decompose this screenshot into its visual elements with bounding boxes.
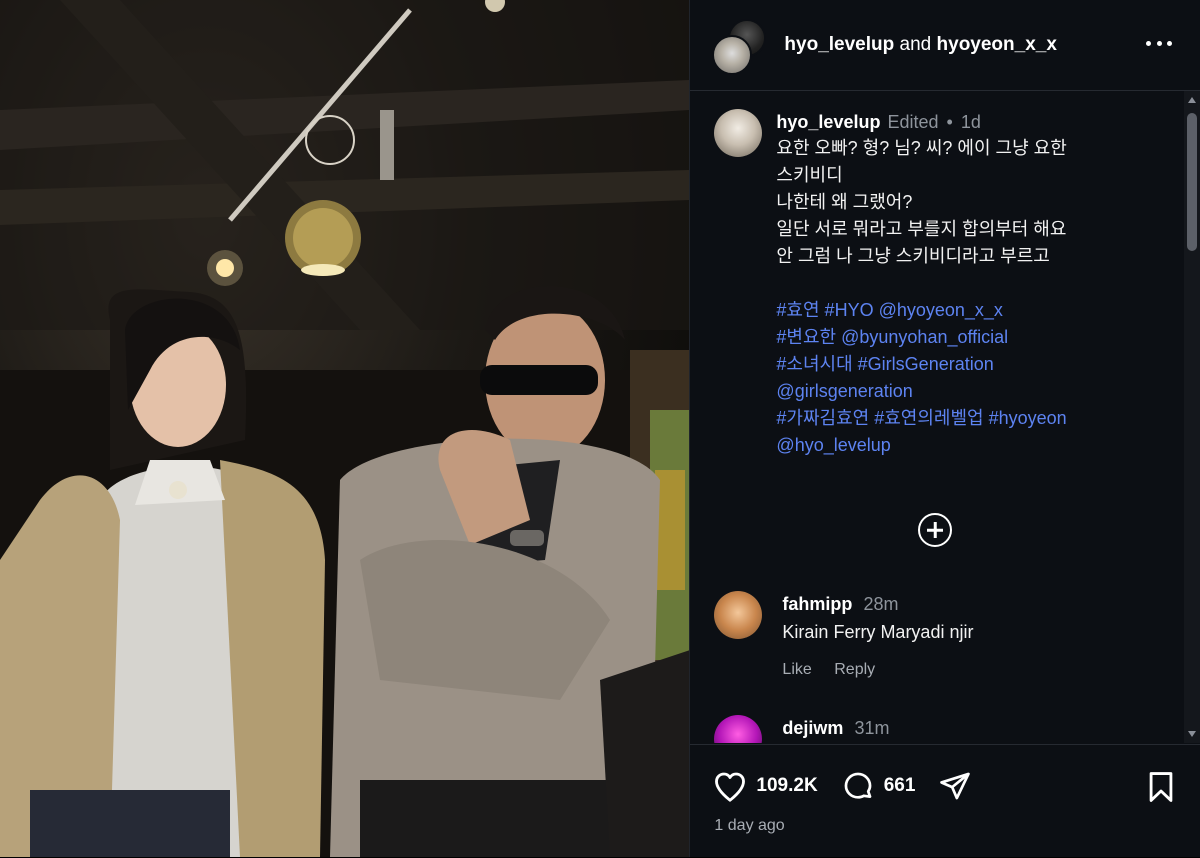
comment-body: dejiwm 31m [782,715,889,743]
post-sidebar: hyo_levelup and hyoyeon_x_x hyo_levelup … [689,0,1200,857]
more-options-button[interactable] [1146,32,1173,54]
post-footer: 109.2K 661 1 day ago [690,744,1200,858]
comment-text: Kirain Ferry Maryadi njir [782,622,974,642]
comment-item: fahmipp 28m Kirain Ferry Maryadi njir Li… [714,591,1174,679]
separator-dot: • [946,112,953,132]
caption-line: 일단 서로 뭐라고 부를지 합의부터 해요 [776,219,1067,239]
scrollbar-thumb[interactable] [1187,113,1197,251]
load-more-comments-button[interactable] [918,513,953,547]
scroll-up-arrow-icon[interactable] [1188,97,1196,103]
comment-button[interactable]: 661 [840,769,916,803]
caption-body: hyo_levelup Edited • 1d 요한 오빠? 형? 님? 씨? … [776,109,1066,459]
author-link[interactable]: hyo_levelup [784,34,894,55]
comment-like-button[interactable]: Like [782,661,811,678]
edited-label: Edited [887,112,939,132]
comment-item: dejiwm 31m [714,715,1174,743]
hashtag-line[interactable]: #소녀시대 #GirlsGeneration [776,351,1066,378]
hashtag-line[interactable]: #효연 #HYO @hyoyeon_x_x [776,297,1066,324]
comment-header: dejiwm 31m [782,715,889,741]
scroll-down-arrow-icon[interactable] [1188,731,1196,737]
avatar[interactable] [714,109,763,157]
comment-header: fahmipp 28m [782,591,973,617]
share-button[interactable] [937,769,973,803]
comments-count[interactable]: 661 [884,775,916,797]
post-header: hyo_levelup and hyoyeon_x_x [690,0,1200,91]
comment-username[interactable]: fahmipp [782,594,852,614]
hashtag-line[interactable]: #변요한 @byunyohan_official [776,324,1066,351]
hashtag-line[interactable]: @hyo_levelup [776,432,1066,459]
avatar[interactable] [714,591,763,639]
post-viewer: hyo_levelup and hyoyeon_x_x hyo_levelup … [0,0,1200,857]
scrollbar[interactable] [1184,91,1200,743]
authors-conjunction: and [899,34,932,55]
post-photo[interactable] [0,0,690,857]
bookmark-icon [1150,772,1173,802]
avatar[interactable] [714,715,763,743]
caption-line: 요한 오빠? 형? 님? 씨? 에이 그냥 요한 [776,138,1067,158]
more-horizontal-icon [1167,40,1173,46]
send-icon [940,772,971,800]
author-link[interactable]: hyoyeon_x_x [937,34,1057,55]
comment-reply-button[interactable]: Reply [834,661,875,678]
post-date[interactable]: 1 day ago [714,817,784,835]
photo-illustration [0,0,690,857]
comment-body: fahmipp 28m Kirain Ferry Maryadi njir Li… [782,591,973,679]
caption-username[interactable]: hyo_levelup [776,109,880,135]
comment-time: 31m [854,718,890,738]
more-horizontal-icon [1156,40,1162,46]
comments-scroll-area[interactable]: hyo_levelup Edited • 1d 요한 오빠? 형? 님? 씨? … [690,91,1184,743]
caption-line: 안 그럼 나 그냥 스키비디라고 부르고 [776,246,1050,266]
caption-time[interactable]: 1d [961,109,981,135]
hashtag-line[interactable]: #가짜김효연 #효연의레벨업 #hyoyeon [776,405,1066,432]
caption-line: 나한테 왜 그랬어? [776,192,913,212]
post-authors: hyo_levelup and hyoyeon_x_x [784,34,1057,56]
hashtag-line[interactable]: @girlsgeneration [776,378,1066,405]
likes-count[interactable]: 109.2K [756,775,817,797]
save-button[interactable] [1146,770,1176,809]
comment-username[interactable]: dejiwm [782,718,843,738]
comment-bubble-icon [844,772,872,799]
post-actions: 109.2K 661 [712,769,995,803]
caption-header: hyo_levelup Edited • 1d [776,109,1066,135]
heart-icon [715,772,746,802]
avatar[interactable] [712,35,753,75]
collab-avatars[interactable] [712,15,772,75]
comment-actions: Like Reply [782,661,973,679]
comment-time: 28m [863,594,899,614]
more-horizontal-icon [1146,40,1152,46]
post-caption: hyo_levelup Edited • 1d 요한 오빠? 형? 님? 씨? … [714,109,1174,459]
like-button[interactable]: 109.2K [712,769,818,803]
caption-line: 스키비디 [776,165,843,185]
